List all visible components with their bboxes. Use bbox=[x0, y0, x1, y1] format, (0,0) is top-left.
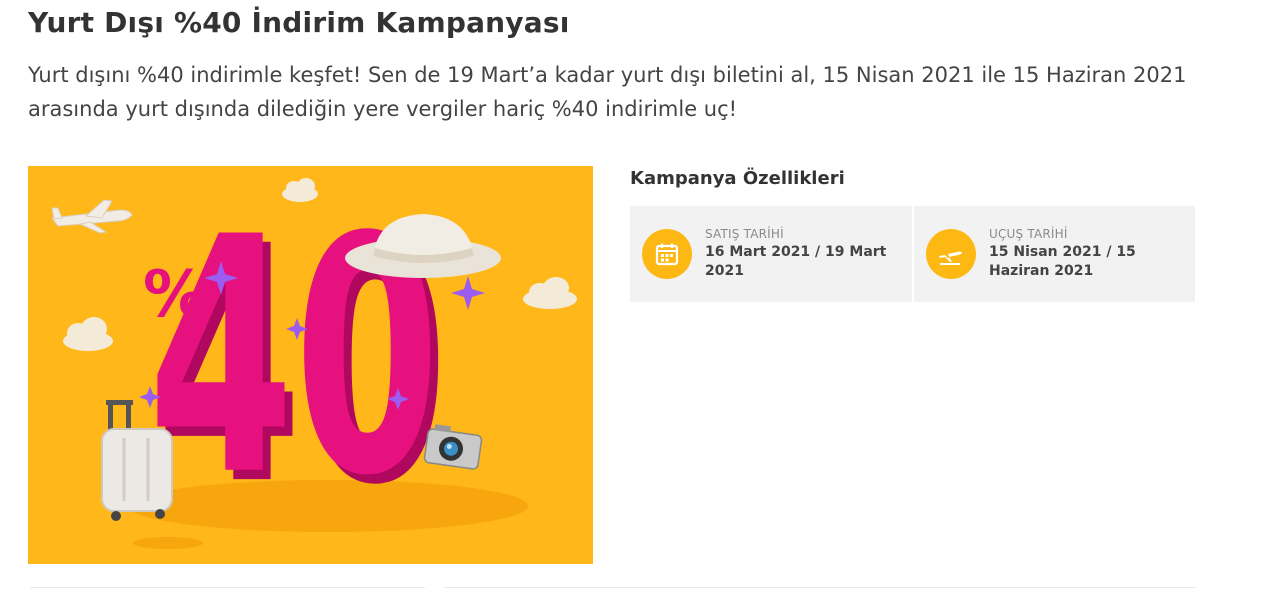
campaign-description: Yurt dışını %40 indirimle keşfet! Sen de… bbox=[28, 63, 1187, 121]
sales-date-value: 16 Mart 2021 / 19 Mart 2021 bbox=[705, 244, 887, 279]
page-title: Yurt Dışı %40 İndirim Kampanyası bbox=[28, 6, 570, 39]
divider bbox=[30, 587, 425, 588]
campaign-banner-image: % 40 40 bbox=[28, 166, 593, 564]
flight-date-value: 15 Nisan 2021 / 15 Haziran 2021 bbox=[989, 244, 1136, 279]
sales-date-label: SATIŞ TARİHİ bbox=[705, 227, 784, 241]
airplane-icon bbox=[926, 229, 976, 279]
calendar-icon bbox=[642, 229, 692, 279]
flight-date-label: UÇUŞ TARİHİ bbox=[989, 227, 1068, 241]
sales-date-feature: SATIŞ TARİHİ 16 Mart 2021 / 19 Mart 2021 bbox=[630, 206, 912, 302]
divider bbox=[445, 587, 1195, 588]
flight-date-feature: UÇUŞ TARİHİ 15 Nisan 2021 / 15 Haziran 2… bbox=[912, 206, 1196, 302]
campaign-features: SATIŞ TARİHİ 16 Mart 2021 / 19 Mart 2021… bbox=[630, 206, 1195, 302]
features-title: Kampanya Özellikleri bbox=[630, 168, 845, 189]
